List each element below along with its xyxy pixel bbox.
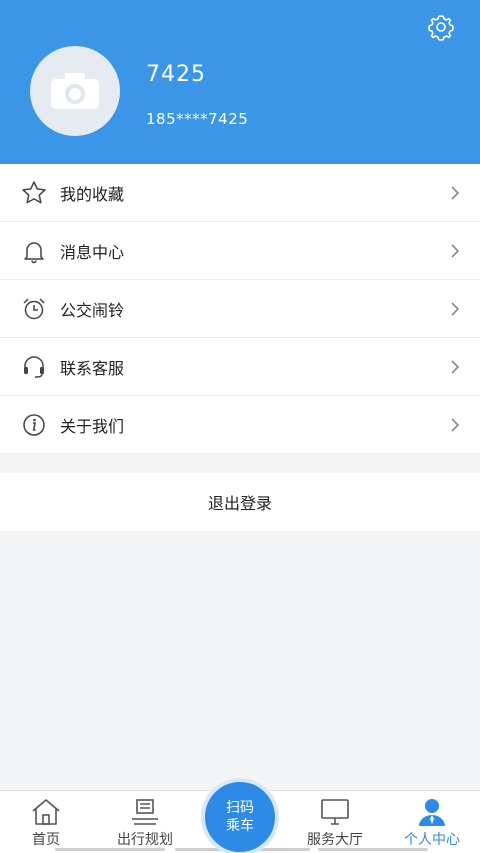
headset-icon [20,353,48,381]
phone-number: 185****7425 [146,110,249,128]
chevron-right-icon [451,360,460,374]
menu-item-label: 公交闹铃 [60,300,125,320]
home-indicator [318,848,428,851]
menu-item-about[interactable]: 关于我们 [0,396,480,454]
bell-icon [20,237,48,265]
menu-item-label: 联系客服 [60,358,125,378]
menu-item-customer-service[interactable]: 联系客服 [0,338,480,396]
avatar[interactable] [30,46,120,136]
scan-label-line2: 乘车 [226,818,254,834]
chevron-right-icon [451,186,460,200]
home-icon [32,799,60,825]
star-icon [20,179,48,207]
tab-personal-center[interactable]: 个人中心 [384,797,480,853]
alarm-clock-icon [20,295,48,323]
tab-label: 个人中心 [404,832,460,848]
chevron-right-icon [451,244,460,258]
user-icon [419,799,445,826]
menu-item-bus-alarm[interactable]: 公交闹铃 [0,280,480,338]
logout-button[interactable]: 退出登录 [0,473,480,531]
username: 7425 [146,62,206,87]
monitor-icon [321,799,349,825]
tab-service-hall[interactable]: 服务大厅 [287,797,383,853]
scan-ride-button[interactable]: 扫码 乘车 [201,778,279,853]
chevron-right-icon [451,302,460,316]
chevron-right-icon [451,418,460,432]
info-icon [20,411,48,439]
tab-home[interactable]: 首页 [0,797,94,853]
tab-label: 服务大厅 [307,832,363,848]
menu-item-label: 关于我们 [60,416,125,436]
tab-trip-planning[interactable]: 出行规划 [97,797,193,853]
camera-icon [51,73,99,109]
route-icon [132,799,158,825]
menu-item-label: 我的收藏 [60,184,125,204]
home-indicator [55,848,165,851]
menu-list: 我的收藏 消息中心 公交闹铃 联系客服 关于我们 [0,164,480,454]
menu-item-label: 消息中心 [60,242,125,262]
menu-item-favorites[interactable]: 我的收藏 [0,164,480,222]
tab-label: 首页 [32,832,60,848]
gear-icon[interactable] [426,12,456,42]
tab-label: 出行规划 [117,832,173,848]
menu-item-messages[interactable]: 消息中心 [0,222,480,280]
profile-header: 7425 185****7425 [0,0,480,164]
scan-label-line1: 扫码 [226,800,254,816]
